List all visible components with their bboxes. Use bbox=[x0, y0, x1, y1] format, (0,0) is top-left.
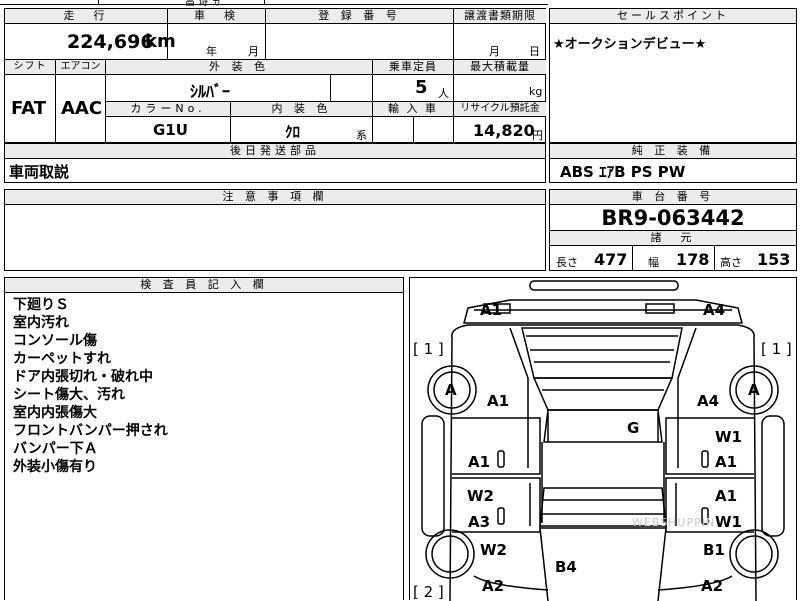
caution-box: 注 意 事 項 欄 bbox=[4, 189, 546, 271]
inspector-box: 検 査 員 記 入 欄 下廻りＳ 室内汚れコンソール傷 カーペットすれドア内張切れ・… bbox=[4, 277, 404, 600]
max-load-unit: kg bbox=[529, 85, 543, 98]
inspector-note-item: 室内汚れ bbox=[13, 315, 69, 331]
inspection-year-unit: 年 bbox=[206, 45, 217, 58]
interior-color-unit: 系 bbox=[356, 129, 367, 142]
car-diagram-box: [ 1 ] [ 1 ] [ 2 ] A A A1 A4 A1 A4 G A1 W… bbox=[409, 277, 797, 601]
width-label: 幅 bbox=[648, 256, 659, 269]
height-label: 高さ bbox=[720, 256, 742, 269]
bracket-right-top: [ 1 ] bbox=[761, 340, 792, 358]
mark-rear-left: A2 bbox=[482, 577, 505, 595]
mileage-value: 224,696 bbox=[67, 31, 154, 53]
mark-rear-qtr-right: B1 bbox=[703, 541, 725, 559]
top-cut-row: 昌 诗 ヵ bbox=[0, 0, 800, 8]
length-label: 長さ bbox=[556, 256, 578, 269]
wheel-front-right-mark: A bbox=[748, 381, 760, 399]
capacity-header: 乗車定員 bbox=[373, 60, 453, 75]
mark-door-rl-top: W2 bbox=[467, 487, 494, 505]
inspection-header: 車 検 bbox=[168, 9, 265, 24]
mark-door-fr-bottom: A1 bbox=[715, 453, 738, 471]
inspector-note-item: ドア内張切れ・破れ中 bbox=[13, 369, 153, 385]
width-value: 178 bbox=[676, 250, 710, 269]
recycle-header: リサイクル預託金 bbox=[454, 102, 546, 117]
registration-header: 登 録 番 号 bbox=[266, 9, 453, 24]
length-value: 477 bbox=[594, 250, 628, 269]
bracket-left-bottom: [ 2 ] bbox=[413, 583, 444, 601]
chassis-box: 車 台 番 号 BR9-063442 bbox=[549, 189, 797, 231]
recycle-unit: 円 bbox=[532, 129, 543, 142]
import-header: 輸 入 車 bbox=[373, 102, 453, 117]
shift-header: シフト bbox=[5, 60, 55, 75]
sales-point-text: ★オークションデビュー★ bbox=[553, 37, 707, 52]
watermark-text: WEBSHUPPIN bbox=[632, 516, 716, 529]
exterior-color-header: 外 装 色 bbox=[106, 60, 372, 75]
bracket-left-top: [ 1 ] bbox=[413, 340, 444, 358]
inspector-header: 検 査 員 記 入 欄 bbox=[5, 278, 403, 293]
mark-roof: G bbox=[627, 419, 640, 437]
top-fragment-text: 昌 诗 ヵ bbox=[185, 0, 222, 8]
mileage-unit: km bbox=[145, 31, 176, 52]
max-load-header: 最大積載量 bbox=[454, 60, 546, 75]
capacity-value: 5 bbox=[415, 77, 428, 98]
inspector-notes-list: 下廻りＳ 室内汚れコンソール傷 カーペットすれドア内張切れ・破れ中 シート傷大、汚れ室… bbox=[13, 296, 168, 476]
interior-color-header: 内 装 色 bbox=[231, 102, 372, 117]
interior-color-value: ｸﾛ bbox=[285, 123, 301, 141]
inspector-note-item: フロントバンパー押され bbox=[13, 423, 168, 439]
mark-front-right: A4 bbox=[703, 301, 726, 319]
mark-trunk: B4 bbox=[555, 558, 577, 576]
transfer-day-unit: 日 bbox=[529, 45, 540, 58]
transfer-month-unit: 月 bbox=[489, 45, 500, 58]
later-parts-value: 車両取説 bbox=[9, 163, 70, 181]
shift-value: FAT bbox=[11, 98, 47, 119]
recycle-value: 14,820 bbox=[473, 121, 535, 140]
inspector-note-item: 下廻りＳ bbox=[13, 297, 69, 313]
sales-point-box: セールスポイント ★オークションデビュー★ bbox=[549, 8, 797, 143]
dimensions-box: 諸 元 長さ 477 幅 178 高さ 153 bbox=[549, 230, 797, 271]
inspector-note-item: カーペットすれ bbox=[13, 351, 111, 367]
mark-door-fr-top: W1 bbox=[715, 428, 742, 446]
inspection-month-unit: 月 bbox=[248, 45, 259, 58]
inspector-note-item: 室内内張傷大 bbox=[13, 405, 97, 421]
aircon-value: AAC bbox=[61, 98, 103, 119]
mark-door-rr-top: A1 bbox=[715, 487, 738, 505]
later-parts-box: 後日発送部品 車両取説 bbox=[4, 143, 546, 183]
mark-fender-right: A4 bbox=[697, 392, 720, 410]
capacity-unit: 人 bbox=[438, 87, 449, 100]
color-no-header: カラーNo. bbox=[106, 102, 230, 117]
mark-door-rl-bottom: A3 bbox=[468, 513, 491, 531]
exterior-color-value: ｼﾙﾊﾞｰ bbox=[190, 82, 231, 101]
color-no-value: G1U bbox=[153, 121, 188, 139]
equipment-header: 純 正 装 備 bbox=[550, 144, 796, 159]
inspector-note-item: バンパー下Ａ bbox=[13, 441, 98, 457]
wheel-front-left-mark: A bbox=[445, 381, 457, 399]
mark-rear-right: A2 bbox=[701, 577, 724, 595]
chassis-value: BR9-063442 bbox=[601, 206, 745, 230]
inspector-note-item: シート傷大、汚れ bbox=[13, 387, 125, 403]
aircon-header: エアコン bbox=[56, 60, 105, 75]
caution-header: 注 意 事 項 欄 bbox=[5, 190, 545, 205]
mark-front-left: A1 bbox=[480, 301, 503, 319]
inspector-note-item: コンソール傷 bbox=[13, 333, 97, 349]
sales-point-header: セールスポイント bbox=[550, 9, 796, 24]
height-value: 153 bbox=[757, 250, 791, 269]
vehicle-info-grid: 走 行 車 検 登 録 番 号 譲渡書類期限 224,696 km 年 月 月 … bbox=[4, 8, 546, 143]
later-parts-header: 後日発送部品 bbox=[5, 144, 545, 159]
equipment-value: ABS ｴｱB PS PW bbox=[560, 163, 686, 181]
mileage-header: 走 行 bbox=[5, 9, 167, 24]
mark-fender-left: A1 bbox=[487, 392, 510, 410]
mark-door-rr-bottom: W1 bbox=[715, 513, 742, 531]
dimensions-header: 諸 元 bbox=[550, 231, 796, 246]
transfer-header: 譲渡書類期限 bbox=[454, 9, 546, 24]
mark-door-fl: A1 bbox=[468, 453, 491, 471]
chassis-header: 車 台 番 号 bbox=[550, 190, 796, 205]
mark-rear-qtr-left: W2 bbox=[480, 541, 507, 559]
equipment-box: 純 正 装 備 ABS ｴｱB PS PW bbox=[549, 143, 797, 183]
inspector-note-item: 外装小傷有り bbox=[13, 459, 97, 475]
